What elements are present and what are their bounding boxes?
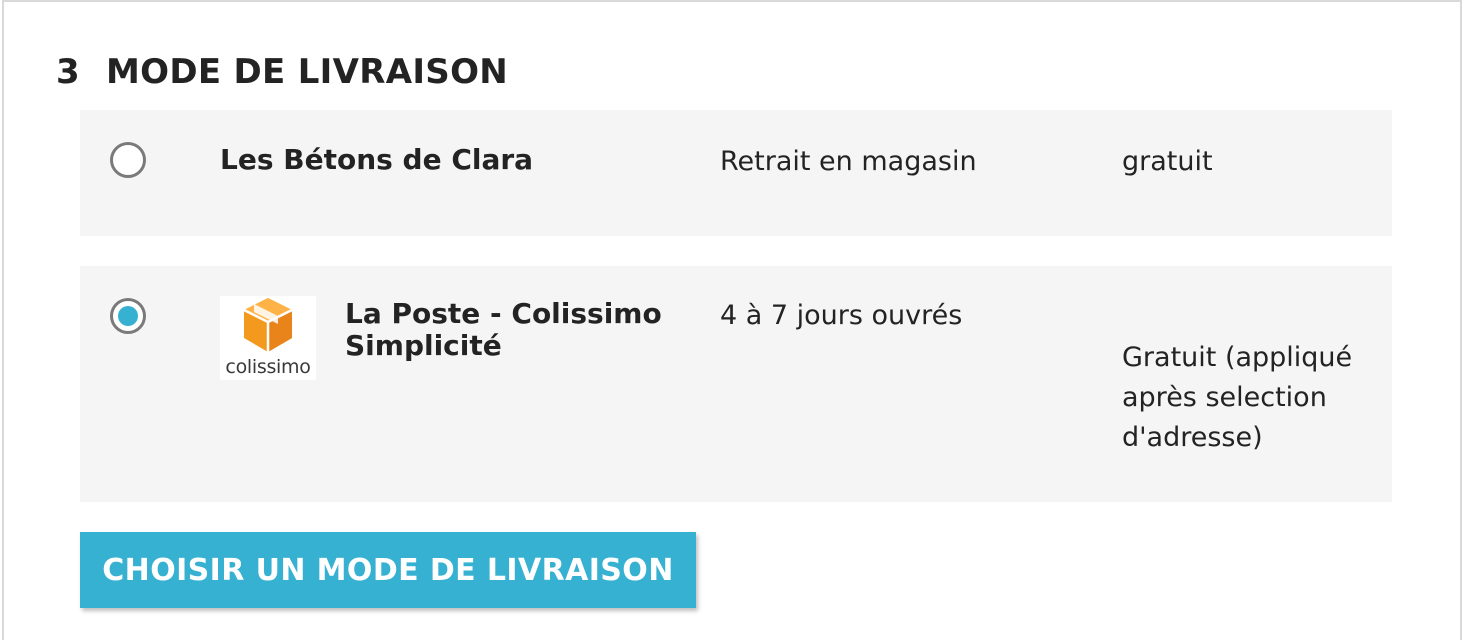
step-title-text: MODE DE LIVRAISON <box>106 52 509 92</box>
delivery-delay: Retrait en magasin <box>720 146 977 177</box>
delivery-option-radio-selected[interactable] <box>110 298 146 334</box>
carrier-name: Les Bétons de Clara <box>220 143 534 176</box>
carrier-name: La Poste - Colissimo Simplicité <box>345 297 662 362</box>
logo-text: colissimo <box>225 356 311 378</box>
step-number: 3 <box>56 52 80 92</box>
delivery-delay: 4 à 7 jours ouvrés <box>720 300 963 331</box>
colissimo-logo: colissimo <box>220 296 316 380</box>
delivery-price: gratuit <box>1122 146 1213 177</box>
delivery-option-colissimo[interactable]: colissimo La Poste - Colissimo Simplicit… <box>80 266 1392 502</box>
parcel-box-icon <box>243 298 293 352</box>
choose-delivery-mode-button[interactable]: CHOISIR UN MODE DE LIVRAISON <box>80 532 696 608</box>
delivery-price: Gratuit (appliqué après selection d'adre… <box>1122 342 1353 453</box>
delivery-option-store-pickup[interactable]: Les Bétons de Clara Retrait en magasin g… <box>80 110 1392 236</box>
radio-selected-dot <box>118 306 138 326</box>
delivery-option-radio[interactable] <box>110 142 146 178</box>
checkout-step-panel: 3 MODE DE LIVRAISON Les Bétons de Clara R… <box>2 0 1462 640</box>
step-title: 3 MODE DE LIVRAISON <box>56 52 508 92</box>
